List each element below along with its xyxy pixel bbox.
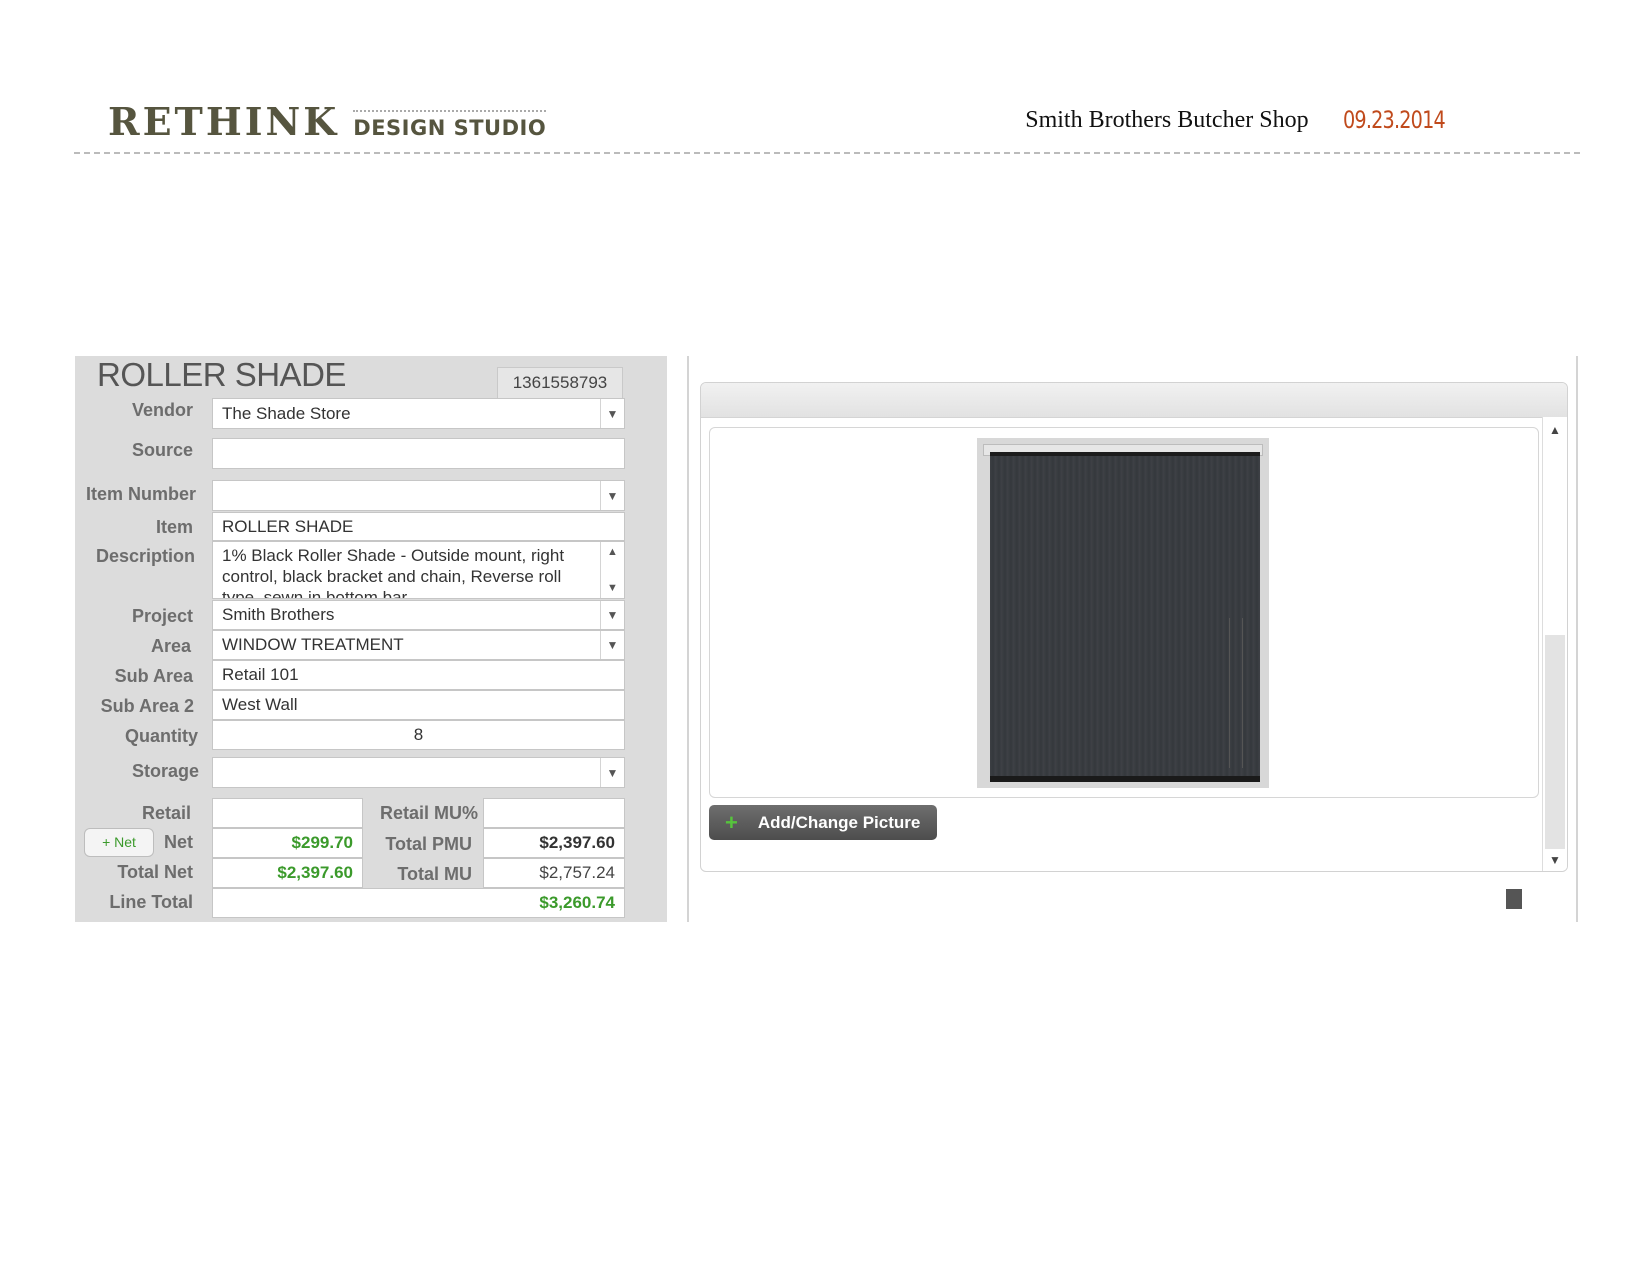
retail-label: Retail [141, 803, 191, 823]
item-value: ROLLER SHADE [222, 516, 354, 536]
quantity-value: 8 [413, 725, 424, 744]
panel-right-edge [1576, 356, 1578, 922]
line-total-value: $3,260.74 [539, 893, 615, 912]
vendor-label: Vendor [131, 400, 193, 420]
total-mu-field: $2,757.24 [483, 858, 625, 888]
scroll-down-icon[interactable]: ▼ [601, 582, 624, 594]
product-photo [977, 438, 1269, 788]
total-net-field: $2,397.60 [212, 858, 363, 888]
quantity-input[interactable]: 8 [212, 720, 625, 750]
sub-area-input[interactable]: Retail 101 [212, 660, 625, 690]
storage-label: Storage [131, 761, 199, 781]
dropdown-arrow-icon[interactable]: ▼ [600, 631, 624, 659]
sub-area-2-value: West Wall [222, 695, 298, 714]
retail-input[interactable] [212, 798, 363, 828]
description-label: Description [95, 546, 195, 566]
total-pmu-value: $2,397.60 [539, 833, 615, 852]
description-scrollbar[interactable]: ▲ ▼ [600, 542, 624, 598]
retail-mu-pct-input[interactable] [483, 798, 625, 828]
panel-divider [687, 356, 689, 922]
total-mu-label: Total MU [397, 864, 472, 884]
sub-area-value: Retail 101 [222, 665, 299, 684]
source-input[interactable] [212, 438, 625, 469]
roller-shade-image [990, 452, 1260, 782]
sub-area-2-label: Sub Area 2 [100, 696, 194, 716]
picture-panel: + Add/Change Picture ▲ ▼ [700, 382, 1568, 872]
project-dropdown[interactable]: Smith Brothers ▼ [212, 600, 625, 630]
dropdown-arrow-icon[interactable]: ▼ [600, 758, 624, 787]
brand-sub-text: DESIGN STUDIO [353, 110, 547, 140]
header-info: Smith Brothers Butcher Shop 09.23.2014 [1025, 106, 1470, 134]
add-change-picture-button[interactable]: + Add/Change Picture [709, 805, 937, 840]
document-date: 09.23.2014 [1342, 106, 1446, 134]
client-name: Smith Brothers Butcher Shop [1025, 106, 1309, 133]
dropdown-arrow-icon[interactable]: ▼ [600, 399, 624, 428]
description-value: 1% Black Roller Shade - Outside mount, r… [222, 546, 565, 599]
scroll-up-icon[interactable]: ▲ [1543, 423, 1567, 437]
shade-chain [1229, 618, 1243, 768]
scroll-up-icon[interactable]: ▲ [601, 546, 624, 558]
description-textarea[interactable]: 1% Black Roller Shade - Outside mount, r… [212, 541, 625, 599]
item-input[interactable]: ROLLER SHADE [212, 512, 625, 541]
line-total-label: Line Total [109, 892, 193, 912]
picture-frame [709, 427, 1539, 798]
source-label: Source [131, 440, 193, 460]
add-change-picture-label: Add/Change Picture [757, 812, 921, 832]
sub-area-label: Sub Area [114, 666, 193, 686]
picture-panel-scrollbar[interactable]: ▲ ▼ [1542, 417, 1567, 871]
item-number-label: Item Number [85, 484, 196, 504]
plus-icon: + [725, 809, 738, 835]
area-value: WINDOW TREATMENT [222, 635, 404, 654]
form-title: ROLLER SHADE [97, 356, 346, 393]
area-dropdown[interactable]: WINDOW TREATMENT ▼ [212, 630, 625, 660]
project-value: Smith Brothers [222, 605, 335, 624]
total-net-value: $2,397.60 [277, 863, 353, 882]
project-label: Project [131, 606, 193, 626]
resize-handle-icon[interactable] [1506, 889, 1522, 909]
brand-logo: RETHINK DESIGN STUDIO [108, 99, 547, 144]
vendor-value: The Shade Store [222, 403, 351, 423]
item-label: Item [155, 517, 193, 537]
header-divider [74, 152, 1580, 154]
retail-mu-pct-label: Retail MU% [379, 803, 478, 823]
sub-area-2-input[interactable]: West Wall [212, 690, 625, 720]
total-pmu-label: Total PMU [385, 834, 472, 854]
area-label: Area [150, 636, 191, 656]
picture-panel-header [701, 383, 1567, 418]
scrollbar-thumb[interactable] [1545, 635, 1565, 849]
storage-dropdown[interactable]: ▼ [212, 757, 625, 788]
net-input[interactable]: $299.70 [212, 828, 363, 858]
dropdown-arrow-icon[interactable]: ▼ [600, 601, 624, 629]
item-number-dropdown[interactable]: ▼ [212, 480, 625, 511]
scroll-down-icon[interactable]: ▼ [1543, 853, 1567, 867]
dropdown-arrow-icon[interactable]: ▼ [600, 481, 624, 510]
net-value: $299.70 [291, 833, 353, 852]
brand-main-text: RETHINK [108, 99, 340, 144]
line-total-field: $3,260.74 [212, 888, 625, 918]
total-net-label: Total Net [117, 862, 193, 882]
total-mu-value: $2,757.24 [539, 863, 615, 882]
item-form-panel: ROLLER SHADE 1361558793 Vendor The Shade… [75, 356, 667, 922]
total-pmu-field: $2,397.60 [483, 828, 625, 858]
record-id-field: 1361558793 [497, 367, 623, 399]
vendor-dropdown[interactable]: The Shade Store ▼ [212, 398, 625, 429]
net-label: Net [163, 832, 193, 852]
quantity-label: Quantity [124, 726, 198, 746]
